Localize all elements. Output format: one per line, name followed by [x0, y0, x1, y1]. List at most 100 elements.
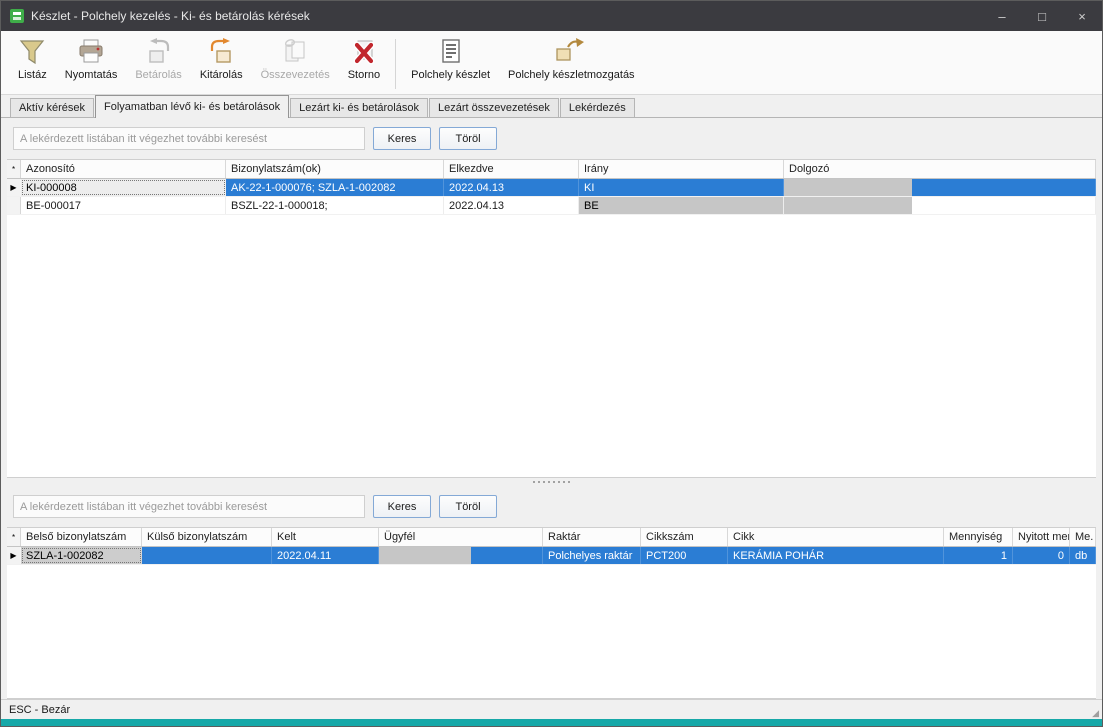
cell-cikk[interactable]: KERÁMIA POHÁR: [728, 547, 944, 564]
tab-aktiv-keresek[interactable]: Aktív kérések: [10, 98, 94, 117]
lower-keres-button[interactable]: Keres: [373, 495, 431, 518]
window-controls: – □ ×: [982, 1, 1102, 31]
column-header-belso-bizonylatszam[interactable]: Belső bizonylatszám: [21, 528, 142, 546]
column-header-ugyfel[interactable]: Ügyfél: [379, 528, 543, 546]
current-row-arrow-icon: ▶: [7, 547, 21, 564]
column-header-me[interactable]: Me.: [1070, 528, 1096, 546]
cell-bizonylatszamok[interactable]: AK-22-1-000076; SZLA-1-002082: [226, 179, 444, 196]
toolbar-osszevezetes-button: Összevezetés: [252, 34, 339, 94]
cell-irany[interactable]: BE: [579, 197, 784, 214]
column-header-irany[interactable]: Irány: [579, 160, 784, 178]
redacted-text: [784, 197, 912, 214]
cell-mennyiseg[interactable]: 1: [944, 547, 1013, 564]
toolbar-button-label: Polchely készletmozgatás: [508, 69, 635, 81]
column-header-raktar[interactable]: Raktár: [543, 528, 641, 546]
table-row[interactable]: ▶ KI-000008 AK-22-1-000076; SZLA-1-00208…: [7, 179, 1096, 197]
tab-lezart-ki-es-betarolasok[interactable]: Lezárt ki- és betárolások: [290, 98, 428, 117]
resize-grip[interactable]: ◢: [1092, 708, 1099, 719]
column-header-mennyiseg[interactable]: Mennyiség: [944, 528, 1013, 546]
cell-elkezdve[interactable]: 2022.04.13: [444, 197, 579, 214]
upper-grid: * Azonosító Bizonylatszám(ok) Elkezdve I…: [7, 159, 1096, 478]
window-bottom-edge: [1, 719, 1102, 726]
cell-me[interactable]: db: [1070, 547, 1096, 564]
toolbar-button-label: Listáz: [18, 69, 47, 81]
splitter-handle[interactable]: [7, 478, 1096, 486]
grid-empty-area: [7, 215, 1096, 477]
cancel-x-icon: [350, 37, 378, 67]
redacted-text: [379, 547, 471, 564]
toolbar-button-label: Összevezetés: [261, 69, 330, 81]
grid-empty-area: [7, 565, 1096, 698]
maximize-button[interactable]: □: [1022, 1, 1062, 31]
lower-search-row: Keres Töröl: [7, 486, 1096, 527]
column-header-elkezdve[interactable]: Elkezdve: [444, 160, 579, 178]
cell-belso-bizonylatszam[interactable]: SZLA-1-002082: [21, 547, 142, 564]
upper-search-input[interactable]: [13, 127, 365, 150]
upper-torol-button[interactable]: Töröl: [439, 127, 497, 150]
row-selector: [7, 197, 21, 214]
status-text: ESC - Bezár: [9, 704, 70, 716]
cell-dolgozo[interactable]: [784, 179, 1096, 196]
close-button[interactable]: ×: [1062, 1, 1102, 31]
column-header-cikk[interactable]: Cikk: [728, 528, 944, 546]
toolbar-listaz-button[interactable]: Listáz: [9, 34, 56, 94]
box-in-icon: [145, 37, 173, 67]
cell-irany[interactable]: KI: [579, 179, 784, 196]
cell-elkezdve[interactable]: 2022.04.13: [444, 179, 579, 196]
table-row[interactable]: ▶ SZLA-1-002082 2022.04.11 Polchelyes ra…: [7, 547, 1096, 565]
toolbar-button-label: Kitárolás: [200, 69, 243, 81]
lower-torol-button[interactable]: Töröl: [439, 495, 497, 518]
toolbar-nyomtatas-button[interactable]: Nyomtatás: [56, 34, 127, 94]
cell-azonosito[interactable]: BE-000017: [21, 197, 226, 214]
toolbar-button-label: Storno: [348, 69, 380, 81]
filter-funnel-icon: [18, 37, 46, 67]
lower-grid: * Belső bizonylatszám Külső bizonylatszá…: [7, 527, 1096, 699]
lower-search-input[interactable]: [13, 495, 365, 518]
titlebar: Készlet - Polchely kezelés - Ki- és betá…: [1, 1, 1102, 31]
box-out-icon: [207, 37, 235, 67]
toolbar-polchely-keszlet-button[interactable]: Polchely készlet: [402, 34, 499, 94]
column-header-kelt[interactable]: Kelt: [272, 528, 379, 546]
current-row-arrow-icon: ▶: [7, 179, 21, 196]
tab-lezart-osszevezetesek[interactable]: Lezárt összevezetések: [429, 98, 559, 117]
cell-azonosito[interactable]: KI-000008: [21, 179, 226, 196]
selector-column-header: *: [7, 528, 21, 546]
cell-kelt[interactable]: 2022.04.11: [272, 547, 379, 564]
cell-raktar[interactable]: Polchelyes raktár: [543, 547, 641, 564]
table-row[interactable]: BE-000017 BSZL-22-1-000018; 2022.04.13 B…: [7, 197, 1096, 215]
toolbar-kitarolas-button[interactable]: Kitárolás: [191, 34, 252, 94]
window-title: Készlet - Polchely kezelés - Ki- és betá…: [31, 9, 310, 23]
column-header-nyitott-mennyiseg[interactable]: Nyitott men: [1013, 528, 1070, 546]
cell-dolgozo[interactable]: [784, 197, 1096, 214]
column-header-dolgozo[interactable]: Dolgozó: [784, 160, 1096, 178]
toolbar: Listáz Nyomtatás Betárolás Kitárolás Öss…: [1, 31, 1102, 95]
stock-list-icon: [437, 37, 465, 67]
printer-icon: [77, 37, 105, 67]
lower-grid-header: * Belső bizonylatszám Külső bizonylatszá…: [7, 528, 1096, 547]
cell-kulso-bizonylatszam[interactable]: [142, 547, 272, 564]
cell-cikkszam[interactable]: PCT200: [641, 547, 728, 564]
tab-lekerdezes[interactable]: Lekérdezés: [560, 98, 635, 117]
merge-notes-icon: [281, 37, 309, 67]
app-window: Készlet - Polchely kezelés - Ki- és betá…: [0, 0, 1103, 727]
upper-keres-button[interactable]: Keres: [373, 127, 431, 150]
column-header-cikkszam[interactable]: Cikkszám: [641, 528, 728, 546]
tab-folyamatban-levo-ki-es-betarolasok[interactable]: Folyamatban lévő ki- és betárolások: [95, 95, 289, 118]
selector-column-header: *: [7, 160, 21, 178]
redacted-text: [784, 179, 912, 196]
minimize-button[interactable]: –: [982, 1, 1022, 31]
cell-nyitott-mennyiseg[interactable]: 0: [1013, 547, 1070, 564]
app-icon: [9, 8, 25, 24]
toolbar-storno-button[interactable]: Storno: [339, 34, 389, 94]
cell-bizonylatszamok[interactable]: BSZL-22-1-000018;: [226, 197, 444, 214]
toolbar-button-label: Betárolás: [135, 69, 181, 81]
statusbar: ESC - Bezár ◢: [1, 699, 1102, 719]
column-header-kulso-bizonylatszam[interactable]: Külső bizonylatszám: [142, 528, 272, 546]
column-header-azonosito[interactable]: Azonosító: [21, 160, 226, 178]
column-header-bizonylatszamok[interactable]: Bizonylatszám(ok): [226, 160, 444, 178]
toolbar-button-label: Polchely készlet: [411, 69, 490, 81]
content-area: Keres Töröl * Azonosító Bizonylatszám(ok…: [1, 118, 1102, 699]
toolbar-polchely-keszletmozgatas-button[interactable]: Polchely készletmozgatás: [499, 34, 644, 94]
cell-ugyfel[interactable]: [379, 547, 543, 564]
stock-move-icon: [554, 37, 588, 67]
